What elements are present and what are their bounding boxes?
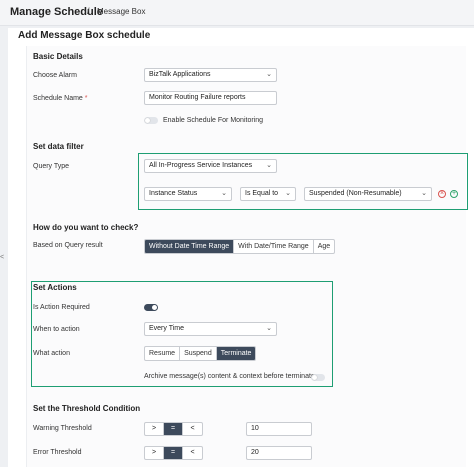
filter-match-select[interactable]: Suspended (Non-Resumable) ⌄ [304, 187, 432, 201]
check-mode-segmented: Without Date Time Range With Date/Time R… [144, 239, 336, 254]
add-circle-icon[interactable]: + [450, 190, 458, 198]
schedule-card: Add Message Box schedule Basic Details C… [8, 28, 474, 467]
choose-alarm-value: BizTalk Applications [149, 71, 211, 78]
remove-circle-icon[interactable]: × [438, 190, 446, 198]
option-terminate[interactable]: Terminate [216, 347, 256, 360]
action-required-label: Is Action Required [33, 304, 90, 311]
chevron-down-icon: ⌄ [266, 162, 272, 169]
when-to-action-label: When to action [33, 326, 80, 333]
page-title: Add Message Box schedule [18, 30, 151, 41]
action-required-toggle[interactable] [144, 304, 158, 311]
option-resume[interactable]: Resume [145, 347, 181, 360]
option-suspend[interactable]: Suspend [180, 347, 217, 360]
breadcrumb-separator: / [87, 6, 90, 16]
filter-operator-select[interactable]: Is Equal to ⌄ [240, 187, 296, 201]
error-threshold-input[interactable]: 20 [246, 446, 312, 460]
query-type-label: Query Type [33, 163, 70, 170]
required-mark: * [84, 95, 88, 102]
filter-field-value: Instance Status [149, 190, 198, 197]
option-with-date-time-range[interactable]: With Date/Time Range [234, 240, 314, 253]
warning-threshold-label: Warning Threshold [33, 425, 92, 432]
filter-operator-value: Is Equal to [245, 190, 279, 197]
toggle-knob [312, 375, 317, 380]
warning-equal-button[interactable]: = [164, 423, 183, 435]
section-set-actions: Set Actions [33, 283, 77, 292]
breadcrumb: Manage Schedule / Message Box [0, 0, 474, 26]
error-operator-buttons: > = < [144, 446, 203, 460]
what-action-segmented: Resume Suspend Terminate [144, 346, 257, 361]
enable-schedule-toggle[interactable] [144, 117, 158, 124]
when-to-action-value: Every Time [149, 325, 185, 332]
schedule-name-text: Schedule Name [33, 95, 83, 102]
based-on-query-label: Based on Query result [33, 242, 103, 249]
schedule-name-label: Schedule Name * [33, 95, 88, 102]
section-set-data-filter: Set data filter [33, 142, 84, 151]
error-equal-button[interactable]: = [164, 447, 183, 459]
query-type-value: All In-Progress Service Instances [149, 162, 253, 169]
chevron-down-icon: ⌄ [266, 325, 272, 332]
warning-operator-buttons: > = < [144, 422, 203, 436]
filter-field-select[interactable]: Instance Status ⌄ [144, 187, 232, 201]
toggle-knob [152, 305, 157, 310]
query-type-select[interactable]: All In-Progress Service Instances ⌄ [144, 159, 277, 173]
choose-alarm-select[interactable]: BizTalk Applications ⌄ [144, 68, 277, 82]
what-action-label: What action [33, 350, 70, 357]
option-age[interactable]: Age [314, 240, 334, 253]
error-threshold-label: Error Threshold [33, 449, 82, 456]
archive-message-toggle[interactable] [311, 374, 325, 381]
section-basic-details: Basic Details [33, 52, 83, 61]
archive-message-label: Archive message(s) content & context bef… [144, 373, 315, 380]
warning-greater-button[interactable]: > [145, 423, 164, 435]
option-without-date-time-range[interactable]: Without Date Time Range [145, 240, 235, 253]
breadcrumb-message-box: Message Box [97, 7, 146, 16]
schedule-name-input[interactable]: Monitor Routing Failure reports [144, 91, 277, 105]
warning-threshold-input[interactable]: 10 [246, 422, 312, 436]
chevron-down-icon: ⌄ [421, 190, 427, 197]
choose-alarm-label: Choose Alarm [33, 72, 77, 79]
section-how-to-check: How do you want to check? [33, 223, 139, 232]
error-less-button[interactable]: < [183, 447, 202, 459]
error-greater-button[interactable]: > [145, 447, 164, 459]
toggle-knob [145, 118, 150, 123]
section-threshold: Set the Threshold Condition [33, 404, 141, 413]
chevron-down-icon: ⌄ [266, 71, 272, 78]
chevron-down-icon: ⌄ [285, 190, 291, 197]
enable-schedule-label: Enable Schedule For Monitoring [163, 117, 264, 124]
chevron-down-icon: ⌄ [221, 190, 227, 197]
warning-less-button[interactable]: < [183, 423, 202, 435]
form-panel: Basic Details Choose Alarm BizTalk Appli… [26, 46, 468, 467]
filter-match-value: Suspended (Non-Resumable) [309, 190, 402, 197]
when-to-action-select[interactable]: Every Time ⌄ [144, 322, 277, 336]
side-collapse-glyph[interactable]: < [0, 254, 4, 261]
